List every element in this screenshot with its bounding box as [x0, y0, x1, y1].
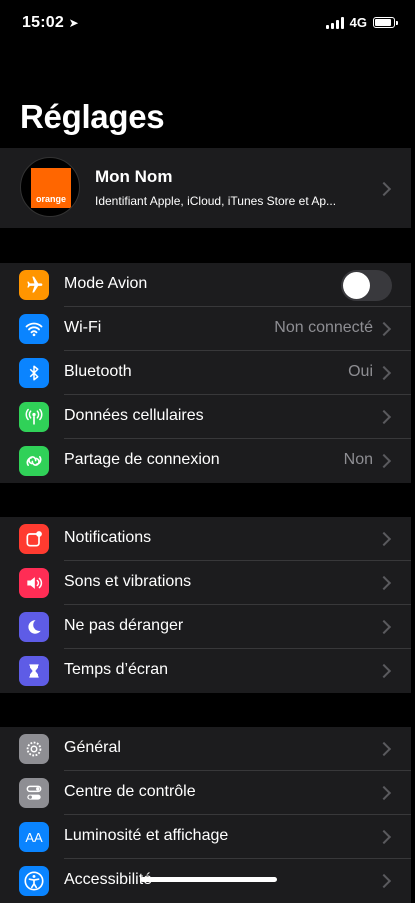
row-label: Mode Avion: [64, 275, 148, 292]
row-label: Sons et vibrations: [64, 573, 192, 590]
apple-id-profile-row[interactable]: orange Mon Nom Identifiant Apple, iCloud…: [0, 148, 411, 228]
home-indicator: [140, 877, 277, 882]
chevron-right-icon: [376, 453, 392, 469]
row-wifi[interactable]: Wi-Fi Non connecté: [0, 307, 411, 351]
avatar-logo-text: orange: [35, 194, 66, 204]
display-icon: AA: [19, 822, 49, 852]
row-display-brightness[interactable]: AA Luminosité et affichage: [0, 815, 411, 859]
cellular-signal-icon: [325, 16, 344, 29]
chevron-right-icon: [376, 619, 392, 635]
row-label: Temps d’écran: [64, 661, 169, 678]
location-arrow-icon: ➤: [68, 16, 79, 30]
hourglass-icon: [19, 656, 49, 686]
row-label: Luminosité et affichage: [64, 827, 229, 844]
row-label: Bluetooth: [64, 363, 132, 380]
chevron-right-icon: [376, 873, 392, 889]
airplane-icon: [19, 270, 49, 300]
status-indicators: 4G: [325, 15, 398, 30]
row-do-not-disturb[interactable]: Ne pas déranger: [0, 605, 411, 649]
row-airplane-mode[interactable]: Mode Avion: [0, 263, 411, 307]
profile-name: Mon Nom: [95, 167, 173, 186]
battery-icon: [373, 17, 398, 28]
speaker-icon: [19, 568, 49, 598]
chevron-right-icon: [376, 409, 392, 425]
row-label: Notifications: [64, 529, 152, 546]
bluetooth-icon: [19, 358, 49, 388]
chevron-right-icon: [376, 321, 392, 337]
notifications-icon: [19, 524, 49, 554]
wifi-icon: [19, 314, 49, 344]
row-general[interactable]: Général: [0, 727, 411, 771]
row-bluetooth[interactable]: Bluetooth Oui: [0, 351, 411, 395]
row-label: Wi-Fi: [64, 319, 102, 336]
chevron-right-icon: [376, 181, 392, 197]
notifications-group: Notifications Sons et vibrations Ne pas …: [0, 517, 411, 693]
avatar: orange: [20, 157, 80, 217]
antenna-icon: [19, 402, 49, 432]
connectivity-group: Mode Avion Wi-Fi Non connecté Bluetooth …: [0, 263, 411, 483]
row-cellular-data[interactable]: Données cellulaires: [0, 395, 411, 439]
row-label: Données cellulaires: [64, 407, 204, 424]
row-value: Non: [343, 451, 373, 468]
row-label: Partage de connexion: [64, 451, 220, 468]
display-icon-text: AA: [25, 829, 43, 845]
row-label: Centre de contrôle: [64, 783, 196, 800]
chevron-right-icon: [376, 741, 392, 757]
row-label: Ne pas déranger: [64, 617, 184, 634]
control-center-icon: [19, 778, 49, 808]
accessibility-icon: [19, 866, 49, 896]
row-sounds[interactable]: Sons et vibrations: [0, 561, 411, 605]
moon-icon: [19, 612, 49, 642]
airplane-mode-toggle[interactable]: [341, 270, 392, 301]
row-control-center[interactable]: Centre de contrôle: [0, 771, 411, 815]
chevron-right-icon: [376, 785, 392, 801]
gear-icon: [19, 734, 49, 764]
profile-subtitle: Identifiant Apple, iCloud, iTunes Store …: [95, 194, 337, 208]
network-type: 4G: [349, 15, 367, 30]
row-notifications[interactable]: Notifications: [0, 517, 411, 561]
chevron-right-icon: [376, 829, 392, 845]
row-value: Non connecté: [274, 319, 373, 336]
toggle-knob: [343, 272, 370, 299]
status-bar: 15:02 ➤ 4G: [0, 0, 415, 50]
chevron-right-icon: [376, 365, 392, 381]
chevron-right-icon: [376, 575, 392, 591]
row-label: Général: [64, 739, 121, 756]
row-label: Accessibilité: [64, 871, 153, 888]
row-value: Oui: [348, 363, 373, 380]
row-personal-hotspot[interactable]: Partage de connexion Non: [0, 439, 411, 483]
chevron-right-icon: [376, 663, 392, 679]
hotspot-icon: [19, 446, 49, 476]
status-time: 15:02 ➤: [22, 14, 79, 32]
chevron-right-icon: [376, 531, 392, 547]
page-title: Réglages: [20, 98, 165, 135]
status-time-text: 15:02: [22, 14, 64, 31]
row-screen-time[interactable]: Temps d’écran: [0, 649, 411, 693]
